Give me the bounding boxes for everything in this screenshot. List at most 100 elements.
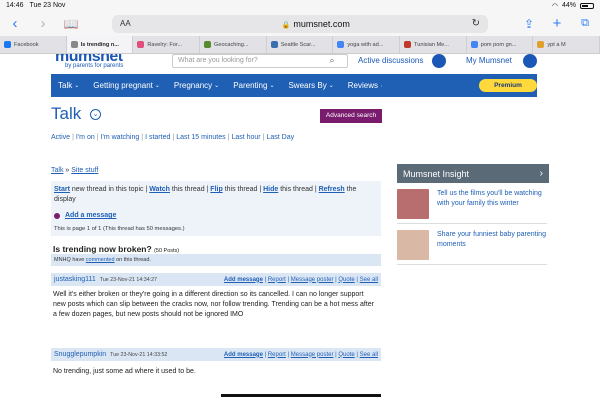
chat-icon[interactable]: [432, 54, 446, 68]
post-actions: Add message | Report | Message poster | …: [224, 352, 378, 358]
favicon-icon: [404, 41, 412, 48]
chevron-right-icon: ›: [539, 168, 543, 179]
filter-link[interactable]: I'm on: [76, 134, 95, 141]
filter-link[interactable]: Last Day: [266, 134, 294, 141]
filter-link[interactable]: Active: [51, 134, 70, 141]
browser-tab[interactable]: Is trending n...: [66, 36, 134, 53]
add-message-label: Add a message: [65, 212, 117, 219]
mnhq-commented-link[interactable]: commented: [86, 257, 115, 263]
browser-toolbar: ‹ › 📖 AA 🔒 mumsnet.com ↻ ⇪ + ⧉: [0, 11, 600, 36]
start-thread-link[interactable]: Start: [54, 186, 70, 193]
nav-item-getting-pregnant[interactable]: Getting pregnant ⌄: [86, 81, 167, 90]
favicon-icon: [337, 41, 345, 48]
search-icon[interactable]: ⌕: [318, 55, 346, 67]
browser-tab-label: Facebook: [14, 41, 39, 48]
tab-strip: Facebook Is trending n... Ravelry: For... G…: [0, 36, 600, 54]
nav-item-label: Pregnancy: [173, 81, 213, 90]
browser-tab[interactable]: Facebook: [0, 36, 67, 53]
actions-text: new thread in this topic |: [69, 186, 150, 193]
lock-icon: 🔒: [281, 21, 291, 29]
post-action-poster[interactable]: Message poster: [291, 277, 334, 283]
mnhq-text-end: on this thread.: [114, 257, 151, 263]
promo-thumbnail: [397, 189, 429, 219]
post-action-see-all[interactable]: See all: [360, 277, 378, 283]
new-tab-icon[interactable]: +: [548, 15, 566, 32]
promo-thumbnail: [397, 230, 429, 260]
back-icon[interactable]: ‹: [6, 15, 24, 32]
post-username[interactable]: justasking111: [54, 276, 96, 283]
post-action-add[interactable]: Add message: [224, 277, 263, 283]
post-date: Tue 23-Nov-21 14:33:52: [110, 351, 168, 358]
chevron-down-icon[interactable]: ⌄: [90, 109, 101, 120]
filter-link[interactable]: Last hour: [231, 134, 260, 141]
post-action-report[interactable]: Report: [268, 277, 286, 283]
status-bar: 14:46 Tue 23 Nov ◠ 44%: [0, 0, 600, 11]
post-action-see-all[interactable]: See all: [360, 352, 378, 358]
nav-item-pregnancy[interactable]: Pregnancy ⌄: [167, 81, 226, 90]
share-icon[interactable]: ⇪: [520, 17, 538, 31]
tabs-overview-icon[interactable]: ⧉: [576, 17, 594, 30]
nav-item-label: Parenting: [233, 81, 268, 90]
post-action-quote[interactable]: Quote: [338, 277, 354, 283]
flip-thread-link[interactable]: Flip: [210, 186, 222, 193]
site-header: mumsnet by parents for parents What are …: [0, 54, 600, 74]
browser-tab-label: ypt a M: [547, 41, 566, 48]
post-username[interactable]: Snugglepumpkin: [54, 351, 106, 358]
favicon-icon: [70, 41, 78, 48]
nav-item-parenting[interactable]: Parenting ⌄: [226, 81, 281, 90]
mumsnet-insight-header[interactable]: Mumsnet Insight ›: [397, 164, 549, 183]
address-bar[interactable]: AA 🔒 mumsnet.com ↻: [112, 14, 488, 33]
add-message-link[interactable]: Add a message: [54, 212, 116, 219]
browser-tab[interactable]: Geocaching...: [200, 36, 267, 53]
main-nav: Talk ⌄ Getting pregnant ⌄ Pregnancy ⌄ Parentin…: [51, 74, 424, 97]
page-info: This is page 1 of 1 (This thread has 50 …: [54, 226, 185, 232]
nav-item-talk[interactable]: Talk ⌄: [51, 81, 86, 90]
forward-icon[interactable]: ›: [34, 15, 52, 32]
post-action-poster[interactable]: Message poster: [291, 352, 334, 358]
user-icon[interactable]: [523, 54, 537, 68]
watch-thread-link[interactable]: Watch: [149, 186, 170, 193]
active-discussions-link[interactable]: Active discussions: [358, 56, 423, 65]
mnhq-notice: MNHQ have commented on this thread.: [51, 254, 381, 266]
url-text[interactable]: 🔒 mumsnet.com: [160, 19, 472, 29]
browser-tab[interactable]: yoga with ad...: [333, 36, 401, 53]
browser-tab-label: Geocaching...: [214, 41, 249, 48]
logo-tagline: by parents for parents: [65, 63, 124, 69]
insight-promo[interactable]: Share your funniest baby parenting momen…: [397, 230, 547, 260]
insight-title: Mumsnet Insight: [403, 168, 470, 179]
favicon-icon: [537, 41, 545, 48]
advanced-search-button[interactable]: Advanced search: [320, 109, 382, 123]
favicon-icon: [270, 41, 278, 48]
nav-item-label: Getting pregnant: [93, 81, 153, 90]
post-actions: Add message | Report | Message poster | …: [224, 277, 378, 283]
browser-tab[interactable]: Ravelry: For...: [133, 36, 201, 53]
reload-icon[interactable]: ↻: [472, 18, 480, 29]
browser-tab[interactable]: Tunisian Me...: [400, 36, 467, 53]
browser-tab[interactable]: pom pom gn...: [467, 36, 534, 53]
post-action-add[interactable]: Add message: [224, 352, 263, 358]
thread-title-text: Is trending now broken?: [53, 244, 152, 254]
filter-link[interactable]: I started: [145, 134, 170, 141]
browser-tab[interactable]: ypt a M: [533, 36, 600, 53]
filter-link[interactable]: I'm watching: [101, 134, 140, 141]
breadcrumb-talk[interactable]: Talk: [51, 167, 63, 174]
my-mumsnet-link[interactable]: My Mumsnet: [466, 56, 512, 65]
browser-tab-label: Tunisian Me...: [414, 41, 449, 48]
nav-item-swears-by[interactable]: Swears By ⌄: [281, 81, 340, 90]
browser-tab[interactable]: Seattle Scar...: [267, 36, 334, 53]
home-indicator: [221, 394, 381, 397]
bookmarks-icon[interactable]: 📖: [62, 17, 80, 31]
post-action-report[interactable]: Report: [268, 352, 286, 358]
refresh-link[interactable]: Refresh: [319, 186, 345, 193]
insight-promo[interactable]: Tell us the films you'll be watching wit…: [397, 189, 547, 219]
hide-thread-link[interactable]: Hide: [263, 186, 278, 193]
breadcrumb-site-stuff[interactable]: Site stuff: [71, 167, 98, 174]
filter-separator: |: [72, 134, 74, 141]
reader-aa-button[interactable]: AA: [120, 19, 160, 28]
talk-filters: Active | I'm on | I'm watching | I started | Las…: [51, 134, 294, 141]
status-date: Tue 23 Nov: [29, 2, 66, 9]
browser-tab-label: pom pom gn...: [480, 41, 517, 48]
post-action-quote[interactable]: Quote: [338, 352, 354, 358]
filter-link[interactable]: Last 15 minutes: [176, 134, 225, 141]
premium-button[interactable]: Premium: [479, 79, 537, 92]
